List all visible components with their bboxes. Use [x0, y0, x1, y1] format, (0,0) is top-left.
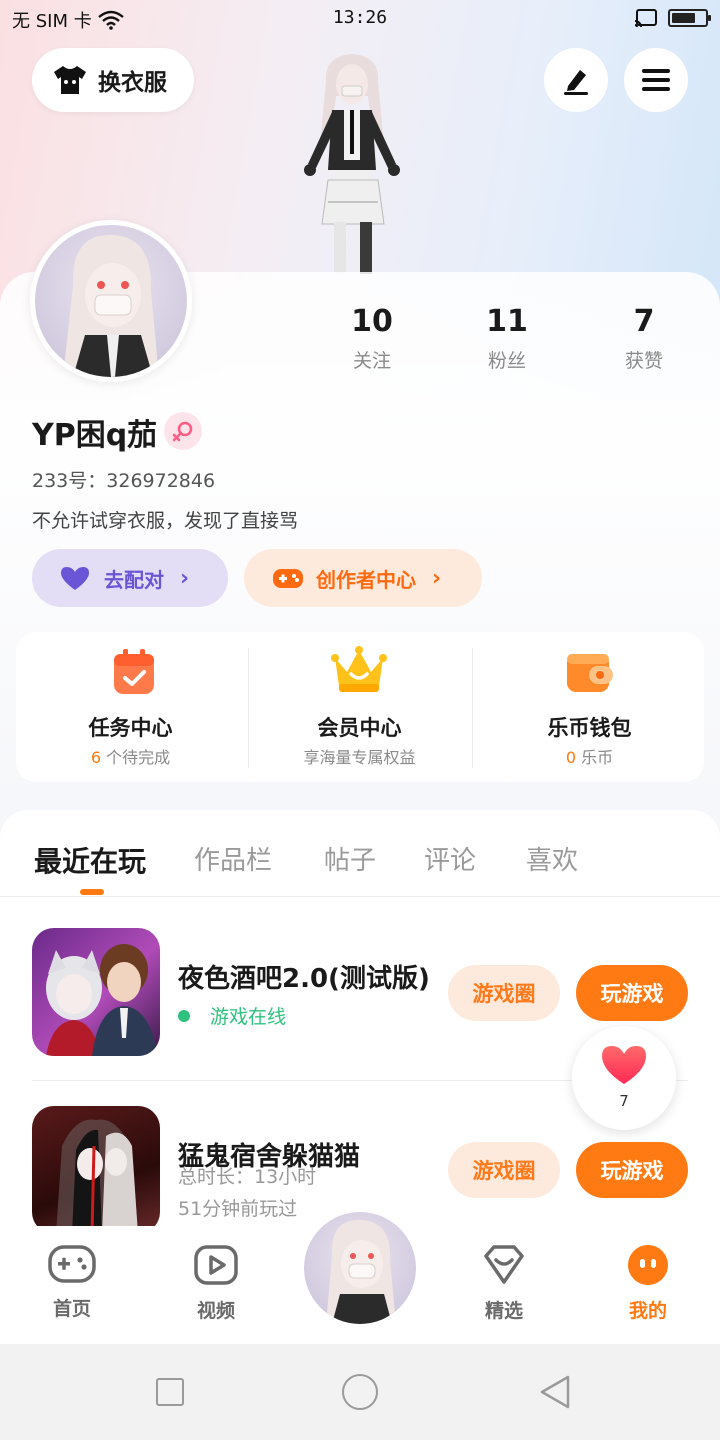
game-duration: 总时长：13小时 [178, 1166, 317, 1188]
game-status: 游戏在线 [178, 1002, 286, 1029]
play-game-button[interactable]: 玩游戏 [576, 965, 688, 1021]
game-last-played: 51分钟前玩过 [178, 1198, 298, 1220]
status-bar: 无 SIM 卡 13:26 [0, 0, 720, 36]
play-video-icon [194, 1245, 238, 1285]
status-time: 13:26 [332, 7, 388, 28]
floating-like-count: 7 [619, 1092, 629, 1110]
task-center-sub: 6 个待完成 [16, 744, 245, 768]
floating-like-button[interactable]: 7 [572, 1026, 676, 1130]
back-triangle-icon[interactable] [538, 1374, 572, 1410]
nav-featured-label: 精选 [484, 1300, 523, 1322]
tab-works[interactable]: 作品栏 [194, 840, 272, 877]
following-label[interactable]: 关注 [312, 346, 432, 373]
content-panel: 最近在玩 作品栏 帖子 评论 喜欢 夜色酒吧2.0(测试版) 游戏在线 游戏圈 … [0, 810, 720, 1240]
home-circle-icon[interactable] [342, 1374, 378, 1410]
vip-center[interactable]: 会员中心 享海量专属权益 [245, 632, 474, 782]
gamepad-outline-icon [48, 1245, 96, 1283]
username: YP困q茄 [32, 418, 158, 453]
divider [472, 648, 473, 768]
chevron-right-icon: › [180, 565, 190, 591]
tab-indicator [80, 889, 104, 895]
pen-icon [564, 70, 588, 95]
likes-count[interactable]: 7 [584, 304, 704, 339]
chevron-right-icon: › [432, 565, 442, 591]
game-circle-button[interactable]: 游戏圈 [448, 965, 560, 1021]
task-count: 6 [90, 748, 102, 767]
tshirt-icon [54, 66, 86, 94]
calendar-check-icon [114, 649, 154, 694]
heart-gift-icon [484, 1245, 524, 1284]
cast-icon [634, 9, 657, 28]
nav-home-label: 首页 [52, 1298, 91, 1320]
edit-profile-button[interactable] [544, 48, 608, 112]
game-icon-ghost-dorm [32, 1106, 160, 1234]
fans-count[interactable]: 11 [447, 304, 567, 339]
menu-icon [642, 69, 670, 91]
tab-likes[interactable]: 喜欢 [526, 840, 578, 877]
avatar-portrait [63, 234, 159, 377]
task-center-title: 任务中心 [88, 716, 173, 740]
online-label: 游戏在线 [210, 1006, 287, 1028]
status-right [634, 8, 711, 28]
user-bio: 不允许试穿衣服，发现了直接骂 [32, 510, 299, 532]
nav-featured[interactable]: 精选 [459, 1244, 549, 1323]
avatar-portrait [326, 1219, 396, 1324]
tabs-divider [0, 896, 720, 897]
heart-match-icon [61, 567, 89, 590]
nav-video-label: 视频 [196, 1300, 235, 1322]
change-outfit-label: 换衣服 [98, 70, 167, 96]
battery-icon [668, 9, 711, 27]
wallet-suffix: 乐币 [581, 748, 614, 767]
nav-home[interactable]: 首页 [27, 1244, 117, 1321]
game-art [46, 944, 158, 1056]
user-id: 233号：326972846 [32, 470, 216, 492]
gender-badge [164, 412, 202, 450]
fans-label[interactable]: 粉丝 [447, 346, 567, 373]
quick-actions-card: 任务中心 6 个待完成 会员中心 享海量专属权益 乐币钱包 0 乐币 [16, 632, 704, 782]
wallet-sub: 0 乐币 [475, 744, 704, 768]
game-icon-night-bar [32, 928, 160, 1056]
wallet-icon [567, 654, 613, 692]
bottom-nav: 首页 视频 精选 我的 [0, 1192, 720, 1344]
creator-center-label: 创作者中心 [316, 567, 416, 592]
tab-comments[interactable]: 评论 [424, 840, 476, 877]
gamepad-icon [273, 569, 303, 588]
tab-posts[interactable]: 帖子 [324, 840, 376, 877]
change-outfit-button[interactable]: 换衣服 [32, 48, 194, 112]
avatar[interactable] [30, 220, 192, 382]
battery-level [672, 13, 695, 23]
game-art [56, 1119, 138, 1234]
mine-face-icon [628, 1245, 668, 1285]
creator-center-button[interactable]: 创作者中心 › [244, 549, 482, 607]
recent-apps-icon[interactable] [156, 1378, 184, 1406]
nav-mine[interactable]: 我的 [603, 1244, 693, 1323]
menu-button[interactable] [624, 48, 688, 112]
tab-recent[interactable]: 最近在玩 [34, 840, 146, 880]
wallet-title: 乐币钱包 [547, 716, 632, 740]
game-title: 夜色酒吧2.0(测试版) [178, 964, 430, 994]
heart-icon [602, 1046, 646, 1084]
vip-center-title: 会员中心 [317, 716, 402, 740]
character-figure [304, 54, 400, 274]
match-button[interactable]: 去配对 › [32, 549, 228, 607]
task-center[interactable]: 任务中心 6 个待完成 [16, 632, 245, 782]
following-count[interactable]: 10 [312, 304, 432, 339]
play-game-button[interactable]: 玩游戏 [576, 1142, 688, 1198]
task-suffix: 个待完成 [106, 748, 171, 767]
crown-icon [331, 646, 387, 692]
nav-mine-label: 我的 [628, 1300, 667, 1322]
vip-center-sub: 享海量专属权益 [303, 748, 416, 767]
match-label: 去配对 [104, 567, 164, 592]
nav-center-avatar[interactable] [304, 1212, 416, 1324]
female-icon [172, 421, 193, 442]
likes-label[interactable]: 获赞 [584, 346, 704, 373]
system-nav-bar [0, 1344, 720, 1440]
online-dot-icon [178, 1009, 190, 1022]
nav-video[interactable]: 视频 [171, 1244, 261, 1323]
wallet-count: 0 [565, 748, 577, 767]
game-circle-button[interactable]: 游戏圈 [448, 1142, 560, 1198]
wallet[interactable]: 乐币钱包 0 乐币 [475, 632, 704, 782]
